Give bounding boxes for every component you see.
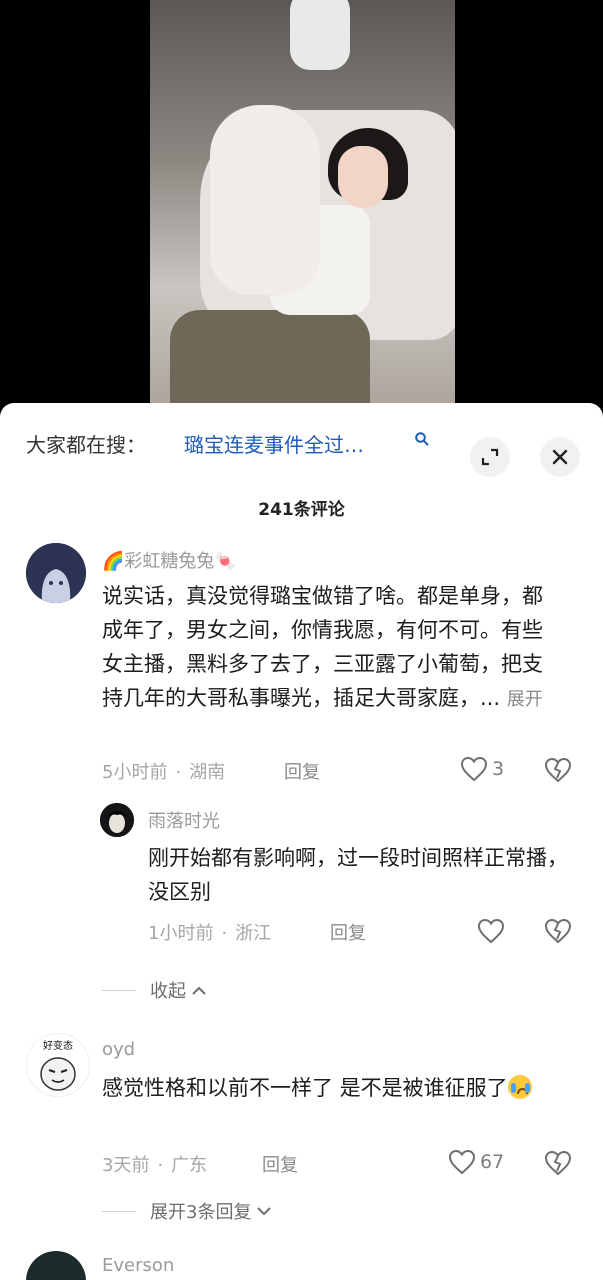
- expand-text-link[interactable]: 展开: [507, 689, 543, 710]
- comment-count-title: 241条评论: [258, 500, 345, 520]
- heart-icon: [448, 1149, 476, 1175]
- comment-text-content: 说实话，真没觉得璐宝做错了啥。都是单身，都成年了，男女之间，你情我愿，有何不可。…: [102, 584, 543, 710]
- video-player[interactable]: [0, 0, 603, 410]
- heart-icon: [460, 756, 488, 782]
- comment-time: 5小时前: [102, 762, 168, 783]
- collapse-label: 收起: [150, 981, 186, 1002]
- reply-button[interactable]: 回复: [330, 919, 366, 945]
- search-icon[interactable]: [414, 431, 430, 447]
- collapse-replies-button[interactable]: 收起: [102, 977, 208, 1003]
- dislike-icon[interactable]: [544, 1150, 572, 1176]
- like-count: 3: [492, 758, 505, 780]
- comment-time: 3天前: [102, 1155, 150, 1176]
- avatar[interactable]: 好变态: [26, 1033, 90, 1097]
- search-suggestion-prefix: 大家都在搜：: [26, 433, 146, 457]
- expand-replies-button[interactable]: 展开3条回复: [102, 1198, 273, 1224]
- comment-location: 湖南: [189, 762, 226, 783]
- comment-text: 说实话，真没觉得璐宝做错了啥。都是单身，都成年了，男女之间，你情我愿，有何不可。…: [102, 579, 562, 717]
- svg-text:好变态: 好变态: [43, 1039, 73, 1052]
- reply-username[interactable]: 雨落时光: [148, 807, 220, 833]
- comment-sheet: 大家都在搜： 璐宝连麦事件全过… 241条评论 🌈彩虹糖兔兔🍬 说实话，真没觉得…: [0, 403, 603, 1280]
- avatar[interactable]: [26, 543, 86, 603]
- comment-meta: 5小时前 · 湖南: [102, 762, 226, 783]
- dislike-icon[interactable]: [544, 918, 572, 944]
- comment-username[interactable]: 🌈彩虹糖兔兔🍬: [102, 547, 237, 573]
- like-button[interactable]: 3: [460, 756, 504, 782]
- comment-meta: 3天前 · 广东: [102, 1155, 208, 1176]
- comment-username[interactable]: Everson: [102, 1255, 174, 1276]
- like-button[interactable]: 67: [448, 1149, 504, 1175]
- crying-emoji-icon: [507, 1075, 532, 1099]
- chevron-up-icon: [192, 986, 206, 995]
- reply-meta: 1小时前 · 浙江: [148, 923, 272, 944]
- expand-replies-label: 展开3条回复: [150, 1202, 252, 1223]
- comment-text: 感觉性格和以前不一样了 是不是被谁征服了: [102, 1071, 572, 1105]
- chevron-down-icon: [257, 1207, 272, 1216]
- avatar[interactable]: [26, 1251, 86, 1280]
- reply-location: 浙江: [235, 923, 272, 944]
- avatar[interactable]: [100, 803, 134, 837]
- comment-username[interactable]: oyd: [102, 1039, 135, 1060]
- expand-icon: [481, 448, 499, 466]
- reply-item: 雨落时光 刚开始都有影响啊，过一段时间照样正常播，没区别 1小时前 · 浙江 回复: [0, 801, 603, 961]
- reply-time: 1小时前: [148, 923, 214, 944]
- close-icon: [552, 449, 568, 465]
- comment-text-content: 感觉性格和以前不一样了 是不是被谁征服了: [102, 1076, 508, 1100]
- comment-item: 🌈彩虹糖兔兔🍬 说实话，真没觉得璐宝做错了啥。都是单身，都成年了，男女之间，你情…: [0, 541, 603, 801]
- dislike-icon[interactable]: [544, 757, 572, 783]
- search-suggestion-bar: 大家都在搜： 璐宝连麦事件全过…: [0, 421, 603, 477]
- close-button[interactable]: [540, 437, 580, 477]
- comment-item: Everson: [0, 1249, 603, 1280]
- search-suggestion-link[interactable]: 璐宝连麦事件全过…: [184, 429, 364, 458]
- heart-icon[interactable]: [477, 918, 505, 944]
- expand-button[interactable]: [470, 437, 510, 477]
- video-frame-image: [150, 0, 455, 410]
- comment-item: 好变态 oyd 感觉性格和以前不一样了 是不是被谁征服了 3天前 · 广东 回复 6…: [0, 1033, 603, 1183]
- comment-location: 广东: [171, 1155, 208, 1176]
- reply-button[interactable]: 回复: [262, 1151, 298, 1177]
- like-count: 67: [480, 1151, 505, 1173]
- reply-button[interactable]: 回复: [284, 758, 320, 784]
- reply-text: 刚开始都有影响啊，过一段时间照样正常播，没区别: [148, 846, 568, 904]
